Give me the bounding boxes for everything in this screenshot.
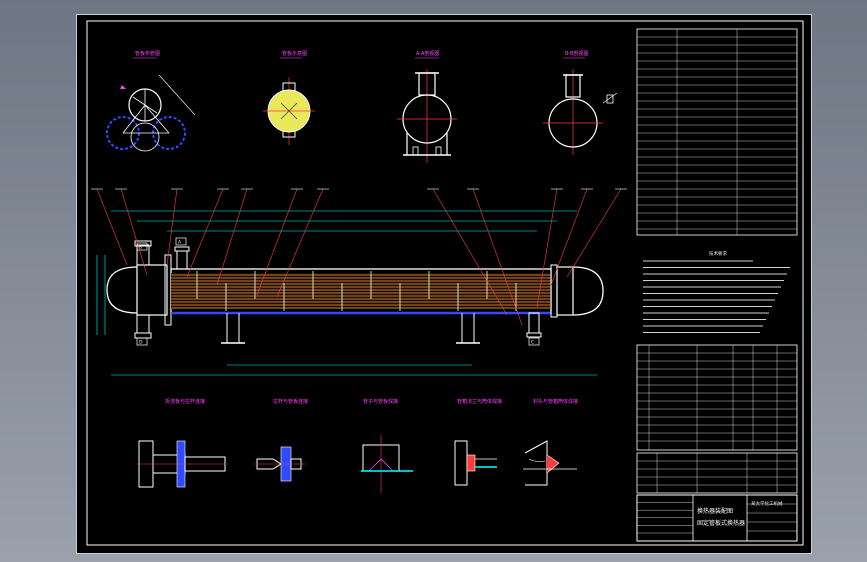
detail-views: 折流板与拉杆连接 拉杆与管板连接 管子与管板焊接 管箱法兰与筒体焊接 封头与管箱…: [137, 398, 578, 493]
leader-line: [166, 188, 178, 266]
detail-label-5: 封头与管箱筒体焊接: [533, 398, 578, 405]
drawing-name: 换热器装配图: [697, 507, 733, 515]
main-elevation-view: B A D C: [91, 188, 627, 376]
view-tubesheet: 管板示意图: [263, 50, 315, 145]
leader-line: [186, 188, 224, 278]
title-block: 换热器装配图 固定管板式换热器 某大学化工机械: [636, 494, 798, 542]
view-label-4: B-B剖视图: [565, 50, 589, 57]
school-name: 某大学化工机械: [751, 500, 783, 507]
nozzle-tag-a: A: [178, 240, 182, 246]
view-label-3: A-A剖视图: [416, 50, 439, 57]
view-tube-layout: 管板布管图: [106, 50, 196, 152]
notes-heading: 技术要求: [709, 250, 727, 257]
view-section-aa: A-A剖视图: [397, 50, 457, 163]
view-label-2: 管板示意图: [282, 50, 307, 57]
nozzle-tag-d: D: [139, 340, 143, 346]
detail-label-2: 拉杆与管板连接: [273, 398, 308, 405]
drawing-sheet: 管板布管图 管板示意图 A-A剖视图 B-B剖视图 B A D C 技术要求 换…: [76, 14, 812, 554]
parts-list-table: [636, 344, 798, 451]
view-label-1: 管板布管图: [135, 50, 160, 57]
leader-line: [566, 188, 622, 278]
leader-line: [96, 188, 128, 266]
design-data-table: [636, 28, 798, 236]
technical-notes: 技术要求: [643, 250, 790, 333]
leader-line: [550, 188, 588, 286]
view-section-bb: B-B剖视图: [543, 50, 618, 155]
detail-label-1: 折流板与拉杆连接: [165, 398, 205, 405]
nozzle-tag-c: C: [531, 340, 534, 346]
nozzle-table: [636, 452, 798, 494]
leader-line: [216, 188, 248, 286]
drawing-subtitle: 固定管板式换热器: [697, 519, 745, 527]
cad-drawing: 管板布管图 管板示意图 A-A剖视图 B-B剖视图 B A D C 技术要求 换…: [86, 20, 804, 546]
detail-label-4: 管箱法兰与筒体焊接: [457, 398, 502, 405]
leader-line: [120, 188, 148, 276]
detail-label-3: 管子与管板焊接: [363, 398, 398, 405]
